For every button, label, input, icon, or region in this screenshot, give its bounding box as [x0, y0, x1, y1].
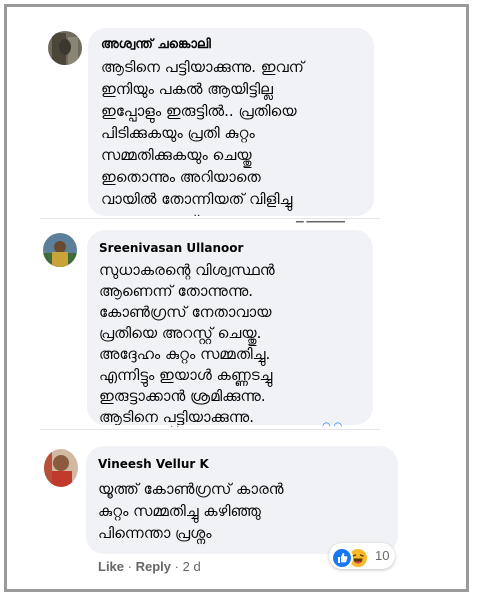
cutoff-fragment: · ·	[170, 421, 180, 432]
reply-link[interactable]: Reply	[136, 559, 171, 574]
comment-bubble: Vineesh Vellur K യൂത്ത് കോൺഗ്രസ് കാരൻ കു…	[86, 446, 398, 554]
comment-bubble: Sreenivasan Ullanoor സുധാകരന്റെ വിശ്വസ്ഥ…	[87, 230, 373, 425]
like-link[interactable]: Like	[98, 559, 124, 574]
like-icon	[331, 547, 353, 569]
timestamp[interactable]: 2 d	[183, 559, 201, 574]
reactions-summary[interactable]: 10	[329, 543, 395, 569]
comment-actions: Like · Reply · 2 d	[98, 559, 201, 574]
avatar[interactable]	[48, 31, 82, 65]
avatar[interactable]	[44, 449, 78, 487]
comment-author[interactable]: അശ്വന്ത് ചങ്കൊലി	[101, 37, 211, 52]
separator: ·	[127, 559, 132, 574]
avatar[interactable]	[43, 233, 77, 267]
strip-divider	[40, 218, 380, 219]
comment-author[interactable]: Vineesh Vellur K	[98, 457, 209, 471]
reaction-count: 10	[375, 548, 390, 563]
comment-author[interactable]: Sreenivasan Ullanoor	[99, 241, 243, 255]
comment-text: യൂത്ത് കോൺഗ്രസ് കാരൻ കുറ്റം സമ്മതിച്ചു ക…	[98, 480, 284, 542]
comment-text: സുധാകരന്റെ വിശ്വസ്ഥൻ ആണെന്ന് തോന്നുന്നു.…	[99, 261, 275, 425]
separator: ·	[174, 559, 179, 574]
comment-text: ആടിനെ പട്ടിയാക്കുന്നു. ഇവന് ഇനിയും പകൽ ആ…	[101, 58, 304, 216]
comment-bubble: അശ്വന്ത് ചങ്കൊലി ആടിനെ പട്ടിയാക്കുന്നു. …	[88, 28, 374, 216]
cutoff-fragment: ◠ ◠	[322, 421, 343, 432]
